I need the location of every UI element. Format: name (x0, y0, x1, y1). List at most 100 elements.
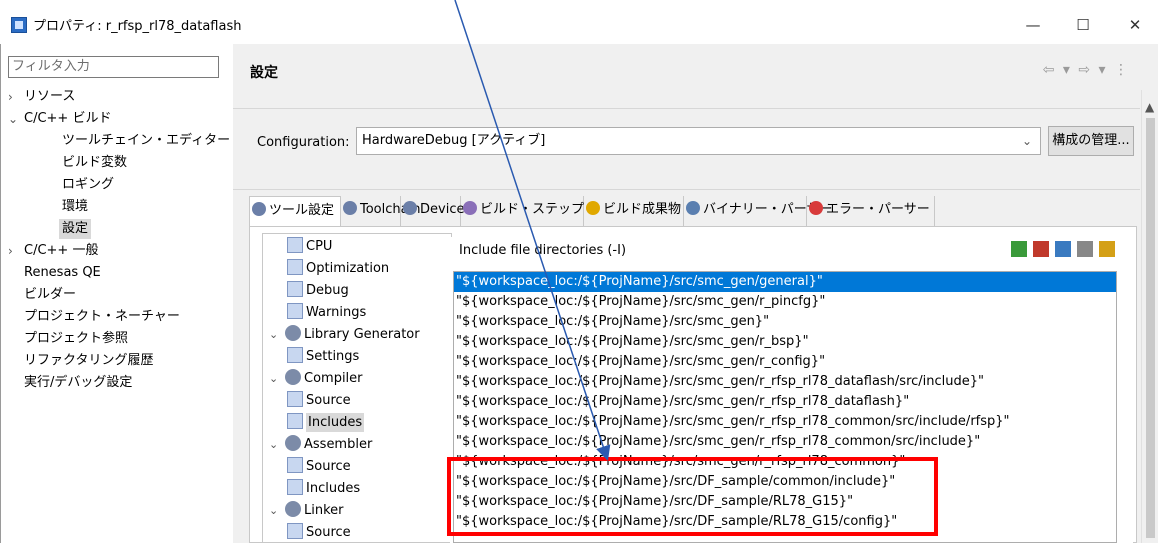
sidebar-item[interactable]: › C/C++ 一般 (8, 240, 230, 262)
include-path-row[interactable]: "${workspace_loc:/${ProjName}/src/smc_ge… (454, 312, 1116, 332)
property-page-tree: › リソース ⌄ C/C++ ビルドツールチェイン・エディタービルド変数ロギング 環境設… (8, 86, 230, 394)
chevron-right-icon[interactable]: › (8, 86, 20, 108)
maximize-button[interactable]: ☐ (1060, 10, 1106, 40)
sidebar-item[interactable]: ツールチェイン・エディター (8, 130, 230, 152)
edit-icon[interactable] (1055, 241, 1071, 257)
sidebar-item-label: リソース (24, 89, 76, 104)
tab-1[interactable]: Toolchain (341, 196, 420, 226)
tool-node[interactable]: ⌄ Compiler (269, 368, 363, 390)
filter-input[interactable]: フィルタ入力 (8, 56, 219, 78)
tool-node[interactable]: ⌄ Assembler (269, 434, 372, 456)
minimize-button[interactable]: — (1010, 10, 1056, 40)
sidebar-item-label: ビルド変数 (62, 155, 128, 170)
sidebar-item-label: 設定 (59, 219, 92, 239)
title-bar: プロパティ: r_rfsp_rl78_dataflash — ☐ ✕ (0, 0, 1158, 44)
option-category-icon (287, 479, 303, 495)
sidebar-item-label: ビルダー (24, 287, 77, 302)
page-header: 設定 ⇦ ▾ ⇨ ▾ ⋮ (233, 50, 1138, 90)
highlight-box (447, 457, 938, 536)
option-category-icon (287, 303, 303, 319)
include-path-row[interactable]: "${workspace_loc:/${ProjName}/src/smc_ge… (454, 272, 1116, 292)
option-node[interactable]: Includes (287, 478, 360, 500)
sidebar-item-label: C/C++ 一般 (24, 243, 99, 258)
chevron-down-icon[interactable]: ⌄ (269, 500, 278, 522)
move-up-icon[interactable] (1077, 241, 1093, 257)
close-button[interactable]: ✕ (1112, 10, 1158, 40)
include-path-row[interactable]: "${workspace_loc:/${ProjName}/src/smc_ge… (454, 332, 1116, 352)
configuration-select[interactable]: HardwareDebug [アクティブ] ⌄ (356, 127, 1041, 155)
move-down-icon[interactable] (1099, 241, 1115, 257)
scroll-thumb[interactable] (1146, 118, 1155, 538)
vertical-scrollbar[interactable]: ▲ (1141, 90, 1158, 543)
include-directories-title: Include file directories (-I) (459, 243, 627, 258)
option-category-icon (287, 391, 303, 407)
tool-node-label: Includes (306, 413, 365, 432)
tool-node[interactable]: ⌄ Library Generator (269, 324, 420, 346)
gear-icon (252, 202, 266, 216)
chevron-right-icon[interactable]: › (8, 240, 20, 262)
option-category-icon (287, 413, 303, 429)
option-category-icon (287, 347, 303, 363)
gear-icon (285, 369, 301, 385)
sidebar-item[interactable]: リファクタリング履歴 (8, 350, 230, 372)
chevron-down-icon[interactable]: ⌄ (269, 434, 278, 456)
tab-2[interactable]: Device (401, 196, 464, 226)
tab-3[interactable]: ビルド・ステップ (461, 196, 584, 226)
window-title: プロパティ: r_rfsp_rl78_dataflash (33, 19, 242, 34)
sidebar-item[interactable]: ロギング (8, 174, 230, 196)
sidebar-item[interactable]: ビルダー (8, 284, 230, 306)
sidebar-item[interactable]: 環境 (8, 196, 230, 218)
sidebar-item[interactable]: プロジェクト参照 (8, 328, 230, 350)
tool-node-label: Source (306, 393, 351, 408)
include-path-row[interactable]: "${workspace_loc:/${ProjName}/src/smc_ge… (454, 392, 1116, 412)
include-path-row[interactable]: "${workspace_loc:/${ProjName}/src/smc_ge… (454, 432, 1116, 452)
include-path-row[interactable]: "${workspace_loc:/${ProjName}/src/smc_ge… (454, 292, 1116, 312)
sidebar-item[interactable]: › リソース (8, 86, 230, 108)
option-node[interactable]: Source (287, 522, 351, 542)
option-category-icon (287, 237, 303, 253)
include-path-row[interactable]: "${workspace_loc:/${ProjName}/src/smc_ge… (454, 352, 1116, 372)
tool-settings-tree: CPU Optimization Debug Warnings ⌄ Library Gen… (262, 233, 452, 543)
add-icon[interactable] (1011, 241, 1027, 257)
chevron-down-icon[interactable]: ⌄ (8, 108, 20, 130)
option-node[interactable]: Source (287, 456, 351, 478)
sidebar-item[interactable]: ⌄ C/C++ ビルド (8, 108, 230, 130)
chevron-down-icon[interactable]: ⌄ (269, 324, 278, 346)
tab-4[interactable]: ビルド成果物 (584, 196, 684, 226)
delete-icon[interactable] (1033, 241, 1049, 257)
option-node[interactable]: CPU (287, 236, 332, 258)
sidebar-item-label: C/C++ ビルド (24, 111, 112, 126)
gear-icon (343, 201, 357, 215)
manage-configurations-button[interactable]: 構成の管理... (1048, 126, 1134, 156)
option-node[interactable]: Settings (287, 346, 359, 368)
tab-label: エラー・パーサー (826, 202, 930, 217)
option-category-icon (287, 523, 303, 539)
option-category-icon (287, 281, 303, 297)
chevron-down-icon[interactable]: ⌄ (269, 368, 278, 390)
tool-node-label: Settings (306, 349, 360, 364)
include-path-row[interactable]: "${workspace_loc:/${ProjName}/src/smc_ge… (454, 372, 1116, 392)
sidebar-item-label: プロジェクト・ネーチャー (24, 309, 180, 324)
option-node[interactable]: Source (287, 390, 351, 412)
sidebar-item[interactable]: プロジェクト・ネーチャー (8, 306, 230, 328)
sidebar-item[interactable]: ビルド変数 (8, 152, 230, 174)
sidebar-item[interactable]: 設定 (8, 218, 230, 240)
option-node[interactable]: Debug (287, 280, 349, 302)
option-node[interactable]: Optimization (287, 258, 389, 280)
tab-5[interactable]: バイナリー・パーサー (684, 196, 832, 226)
sidebar-item[interactable]: 実行/デバッグ設定 (8, 372, 230, 394)
option-node[interactable]: Warnings (287, 302, 366, 324)
scroll-up-icon[interactable]: ▲ (1145, 100, 1154, 114)
option-node[interactable]: Includes (287, 412, 365, 434)
configuration-panel: Configuration: HardwareDebug [アクティブ] ⌄ 構… (233, 108, 1140, 190)
tab-6[interactable]: エラー・パーサー (807, 196, 935, 226)
tool-node[interactable]: ⌄ Linker (269, 500, 344, 522)
tool-node-label: Includes (306, 481, 361, 496)
history-nav-icons[interactable]: ⇦ ▾ ⇨ ▾ ⋮ (1043, 62, 1130, 78)
tool-node-label: Source (306, 459, 351, 474)
gear-icon (285, 501, 301, 517)
tab-0[interactable]: ツール設定 (249, 196, 341, 226)
sidebar-item[interactable]: Renesas QE (8, 262, 230, 284)
tool-node-label: Compiler (304, 371, 363, 386)
include-path-row[interactable]: "${workspace_loc:/${ProjName}/src/smc_ge… (454, 412, 1116, 432)
